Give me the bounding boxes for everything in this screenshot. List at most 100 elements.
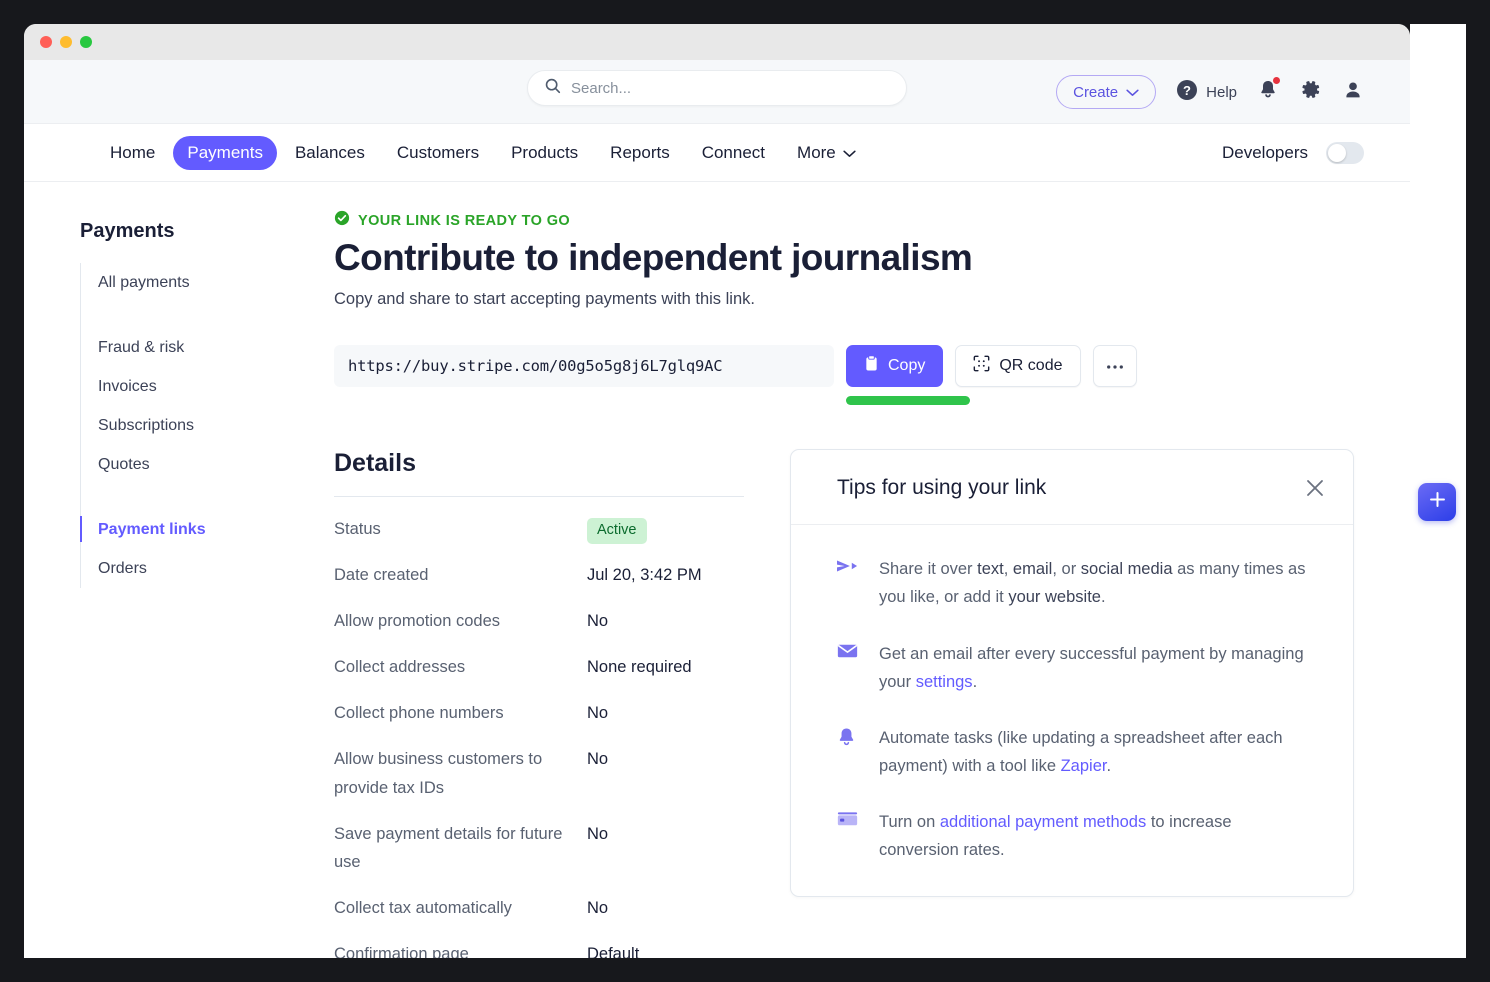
nav-right-group: Developers — [1222, 141, 1364, 164]
sidebar-title: Payments — [80, 220, 175, 242]
details-label: Collect addresses — [334, 658, 466, 677]
window-maximize-button[interactable] — [80, 36, 92, 48]
payment-link-url-field[interactable]: https://buy.stripe.com/00g5o5g8j6L7glq9A… — [334, 345, 834, 388]
details-value: None required — [587, 658, 692, 677]
payment-link-row: https://buy.stripe.com/00g5o5g8j6L7glq9A… — [334, 345, 1410, 406]
details-row-collect-tax: Collect tax automatically No — [334, 894, 744, 923]
sidebar-item-all-payments[interactable]: All payments — [81, 263, 280, 302]
tip-rich-text-1: Get an email after every successful paym… — [879, 644, 1304, 691]
secondary-sidebar: Payments All payments Fraud & risk Invoi… — [24, 182, 280, 958]
sidebar-item-quotes[interactable]: Quotes — [81, 445, 280, 484]
window-titlebar — [24, 24, 1410, 60]
page-body: Payments All payments Fraud & risk Invoi… — [24, 182, 1410, 958]
main-content: YOUR LINK IS READY TO GO Contribute to i… — [280, 182, 1410, 958]
details-row-confirmation-page: Confirmation page Default — [334, 940, 744, 958]
send-arrow-icon — [837, 555, 859, 611]
details-label: Date created — [334, 566, 429, 585]
details-label: Allow business customers to provide tax … — [334, 749, 543, 797]
svg-text:?: ? — [1183, 83, 1191, 98]
qr-scan-icon — [973, 355, 990, 377]
nav-item-products[interactable]: Products — [497, 136, 592, 170]
tip-share-link: Share it over text, email, or social med… — [837, 555, 1313, 611]
add-button[interactable] — [1418, 483, 1456, 521]
gear-icon — [1299, 78, 1322, 106]
copy-button-label: Copy — [888, 357, 926, 375]
status-banner: YOUR LINK IS READY TO GO — [334, 210, 1410, 231]
details-value: Default — [587, 945, 640, 958]
more-options-button[interactable] — [1092, 345, 1137, 388]
tip-rich-text-2: Automate tasks (like updating a spreadsh… — [879, 728, 1283, 775]
tips-panel-header: Tips for using your link — [791, 450, 1353, 526]
content-columns: Details Status Active Date created Jul 2… — [334, 449, 1410, 958]
details-row-tax-ids: Allow business customers to provide tax … — [334, 745, 744, 803]
sidebar-list: All payments Fraud & risk Invoices Subsc… — [80, 263, 280, 588]
details-row-save-payment-details: Save payment details for future use No — [334, 820, 744, 878]
notification-badge-dot — [1272, 76, 1281, 85]
qr-code-button-label: QR code — [999, 357, 1063, 375]
details-row-date-created: Date created Jul 20, 3:42 PM — [334, 561, 744, 590]
create-button-label: Create — [1073, 83, 1119, 101]
search-input[interactable]: Search... — [527, 70, 907, 106]
sidebar-item-invoices[interactable]: Invoices — [81, 367, 280, 406]
nav-item-more-label: More — [797, 142, 836, 162]
tip-text: Get an email after every successful paym… — [879, 640, 1313, 696]
app-header: Search... Create ? Help — [24, 60, 1410, 124]
details-divider — [334, 496, 744, 498]
nav-item-more[interactable]: More — [783, 136, 870, 170]
header-actions: Create ? Help — [1056, 60, 1364, 124]
close-tips-button[interactable] — [1305, 478, 1325, 498]
tip-email-receipts: Get an email after every successful paym… — [837, 640, 1313, 696]
tip-text: Share it over text, email, or social med… — [879, 555, 1313, 611]
details-row-collect-addresses: Collect addresses None required — [334, 653, 744, 682]
chevron-down-icon — [843, 143, 856, 163]
nav-item-balances[interactable]: Balances — [281, 136, 379, 170]
sidebar-item-fraud-risk[interactable]: Fraud & risk — [81, 328, 280, 367]
notifications-button[interactable] — [1257, 76, 1281, 106]
toggle-knob — [1328, 143, 1346, 162]
tip-text: Turn on additional payment methods to in… — [879, 808, 1313, 864]
status-badge: Active — [587, 518, 647, 544]
details-value: No — [587, 899, 609, 918]
right-rail — [1410, 24, 1466, 958]
page-title: Contribute to independent journalism — [334, 237, 973, 278]
details-label: Save payment details for future use — [334, 824, 563, 872]
qr-code-button[interactable]: QR code — [955, 345, 1081, 388]
create-button[interactable]: Create — [1056, 75, 1157, 109]
window-close-button[interactable] — [40, 36, 52, 48]
developers-label: Developers — [1222, 142, 1308, 162]
credit-card-icon — [837, 808, 859, 864]
details-value: No — [587, 824, 609, 843]
tip-rich-text-3: Turn on additional payment methods to in… — [879, 812, 1232, 859]
nav-item-home[interactable]: Home — [96, 136, 169, 170]
account-button[interactable] — [1342, 79, 1364, 106]
details-value: Jul 20, 3:42 PM — [587, 566, 702, 585]
details-label: Collect tax automatically — [334, 899, 512, 918]
nav-items: Home Payments Balances Customers Product… — [96, 135, 870, 170]
close-icon — [1305, 480, 1325, 502]
bell-icon — [837, 724, 859, 780]
tips-panel: Tips for using your link Share it over t… — [790, 449, 1354, 897]
user-icon — [1342, 79, 1364, 106]
developers-toggle[interactable] — [1326, 141, 1364, 164]
sidebar-item-payment-links[interactable]: Payment links — [80, 510, 280, 549]
settings-button[interactable] — [1299, 78, 1322, 106]
primary-nav: Home Payments Balances Customers Product… — [24, 124, 1410, 182]
details-label: Confirmation page — [334, 945, 469, 958]
tip-automate-tasks: Automate tasks (like updating a spreadsh… — [837, 724, 1313, 780]
tips-panel-body: Share it over text, email, or social med… — [791, 525, 1353, 895]
payment-link-url-text: https://buy.stripe.com/00g5o5g8j6L7glq9A… — [348, 357, 723, 376]
nav-item-reports[interactable]: Reports — [596, 136, 684, 170]
sidebar-item-orders[interactable]: Orders — [81, 549, 280, 588]
nav-item-customers[interactable]: Customers — [383, 136, 493, 170]
details-row-collect-phone: Collect phone numbers No — [334, 699, 744, 728]
nav-item-connect[interactable]: Connect — [688, 136, 779, 170]
nav-item-payments[interactable]: Payments — [173, 135, 277, 170]
search-icon — [544, 77, 561, 99]
sidebar-item-subscriptions[interactable]: Subscriptions — [81, 406, 280, 445]
help-button[interactable]: ? Help — [1176, 79, 1237, 105]
copy-highlight-annotation — [846, 396, 970, 406]
sidebar-group-divider-2 — [81, 484, 280, 510]
copy-button[interactable]: Copy — [846, 345, 944, 388]
window-minimize-button[interactable] — [60, 36, 72, 48]
plus-icon — [1428, 490, 1447, 514]
